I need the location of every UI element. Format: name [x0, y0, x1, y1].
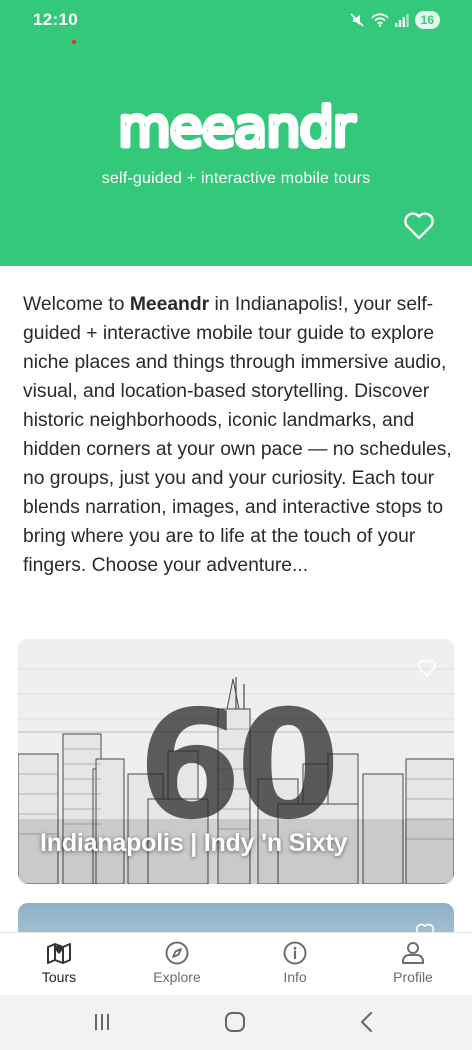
battery-indicator: 16 [414, 11, 440, 29]
mute-icon [350, 13, 364, 27]
logo-text: meeandr [118, 100, 356, 159]
map-icon [47, 943, 71, 964]
status-time: 12:10 [33, 10, 78, 29]
tour-card[interactable]: 60 Indianapolis | Indy 'n Sixty [18, 639, 454, 884]
nav-tab-profile[interactable]: Profile [363, 933, 463, 996]
favorite-heart-icon[interactable] [403, 211, 435, 241]
intro-text: Welcome to Meeandr in Indianapolis!, you… [23, 290, 453, 580]
tour-favorite-heart-icon[interactable] [417, 659, 437, 677]
nav-label-info: Info [283, 969, 307, 985]
status-bar: 12:10 16 [0, 0, 472, 44]
home-icon[interactable] [220, 1009, 250, 1035]
info-icon [283, 941, 307, 965]
tour-title: Indianapolis | Indy 'n Sixty [40, 829, 348, 857]
system-navigation-bar [0, 995, 472, 1050]
back-icon[interactable] [352, 1009, 382, 1035]
status-icons: 16 [349, 11, 440, 29]
wifi-icon [371, 13, 389, 27]
nav-tab-info[interactable]: Info [245, 933, 345, 996]
nav-label-tours: Tours [41, 969, 77, 985]
person-icon [402, 942, 424, 964]
signal-icon [394, 14, 409, 27]
nav-tab-explore[interactable]: Explore [127, 933, 227, 996]
bottom-navigation: Tours Explore Info Profile [0, 932, 472, 995]
app-logo: meeandr [0, 100, 472, 160]
recents-icon[interactable] [87, 1009, 117, 1035]
nav-label-explore: Explore [153, 969, 201, 985]
intro-lead: Welcome to [23, 294, 130, 315]
notification-dot [72, 40, 76, 44]
nav-label-profile: Profile [393, 969, 433, 985]
intro-body: in Indianapolis!, your self-guided + int… [23, 294, 452, 576]
app-header: 12:10 16 meeandr self-guided + interacti… [0, 0, 472, 266]
tagline: self-guided + interactive mobile tours [101, 170, 371, 187]
nav-tab-tours[interactable]: Tours [9, 933, 109, 996]
compass-icon [165, 941, 189, 965]
intro-brand: Meeandr [129, 294, 210, 315]
